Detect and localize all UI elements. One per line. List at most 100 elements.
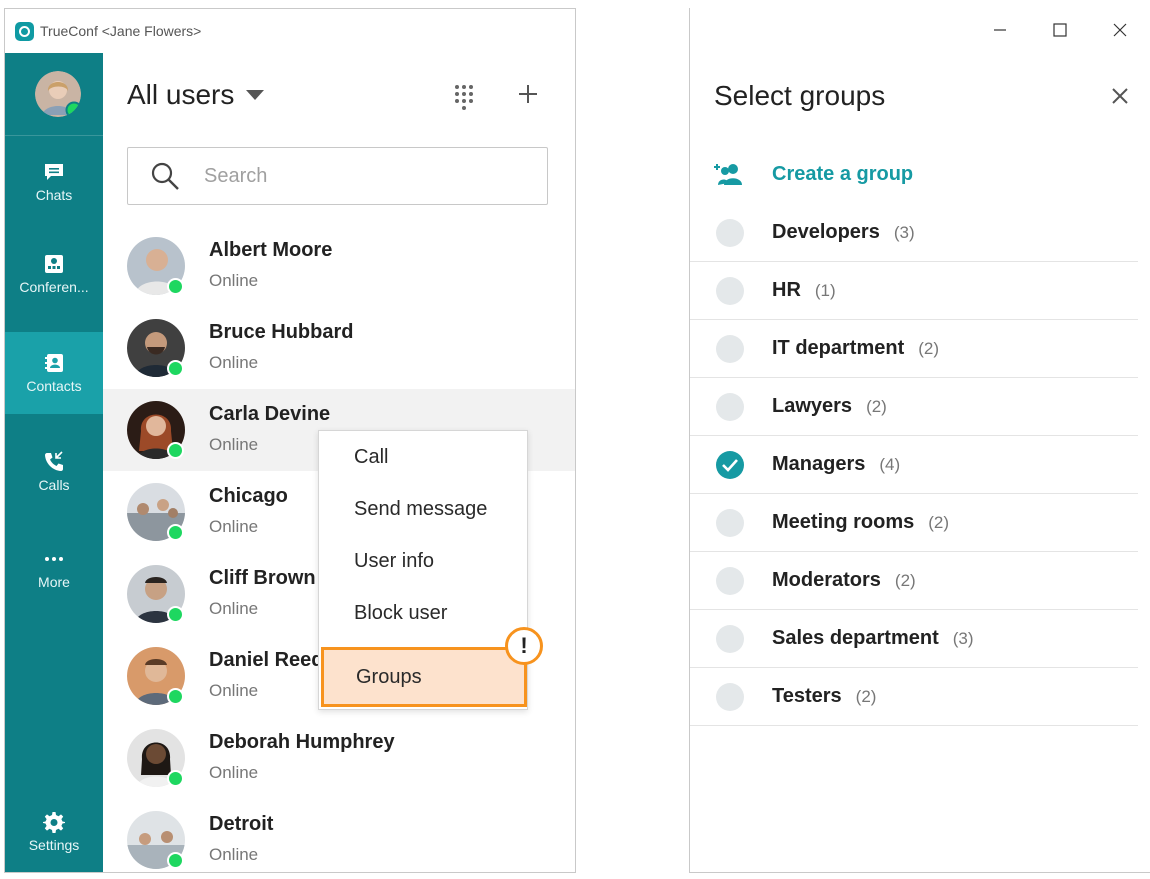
close-icon[interactable] bbox=[1108, 84, 1132, 108]
minimize-icon bbox=[994, 29, 1006, 31]
group-checkbox[interactable] bbox=[716, 625, 744, 653]
group-name: Moderators bbox=[772, 569, 881, 591]
gear-icon bbox=[43, 812, 65, 833]
contact-row[interactable]: Albert Moore Online bbox=[103, 225, 575, 307]
group-checkbox[interactable] bbox=[716, 335, 744, 363]
close-icon bbox=[1113, 23, 1127, 37]
sidebar-item-label: Conferen... bbox=[19, 279, 89, 295]
checkmark-icon bbox=[722, 459, 738, 472]
menu-item-user-info[interactable]: User info bbox=[319, 535, 527, 587]
title-bar: TrueConf <Jane Flowers> bbox=[5, 9, 575, 53]
sidebar-item-conferences[interactable]: Conferen... bbox=[5, 253, 103, 315]
group-item-sales-department[interactable]: Sales department (3) bbox=[690, 610, 1138, 668]
search-box[interactable] bbox=[127, 147, 548, 205]
group-item-managers[interactable]: Managers (4) bbox=[690, 436, 1138, 494]
group-label: Moderators (2) bbox=[772, 569, 916, 592]
callout-badge: ! bbox=[505, 627, 543, 665]
select-groups-window: Select groups Create a group Developers (… bbox=[689, 8, 1150, 873]
sidebar-item-settings[interactable]: Settings bbox=[5, 811, 103, 872]
group-count: (2) bbox=[855, 687, 877, 706]
group-item-moderators[interactable]: Moderators (2) bbox=[690, 552, 1138, 610]
group-name: Developers bbox=[772, 221, 880, 243]
contact-status: Online bbox=[209, 271, 259, 290]
contact-status: Online bbox=[209, 517, 259, 536]
group-item-testers[interactable]: Testers (2) bbox=[690, 668, 1138, 726]
sidebar-item-more[interactable]: More bbox=[5, 548, 103, 610]
window-controls bbox=[970, 8, 1150, 52]
window-title: TrueConf <Jane Flowers> bbox=[40, 23, 202, 39]
caret-down-icon bbox=[246, 90, 265, 100]
contact-name: Carla Devine bbox=[209, 403, 331, 425]
contact-status: Online bbox=[209, 353, 259, 372]
group-item-it-department[interactable]: IT department (2) bbox=[690, 320, 1138, 378]
group-label: Sales department (3) bbox=[772, 627, 974, 650]
contact-status: Online bbox=[209, 435, 259, 454]
group-count: (3) bbox=[952, 629, 974, 648]
window-close-button[interactable] bbox=[1090, 8, 1150, 52]
contact-name: Detroit bbox=[209, 813, 274, 835]
group-checkbox[interactable] bbox=[716, 219, 744, 247]
group-checkbox[interactable] bbox=[716, 393, 744, 421]
online-status-dot bbox=[167, 852, 184, 869]
online-status-dot bbox=[167, 770, 184, 787]
group-checkbox[interactable] bbox=[716, 567, 744, 595]
maximize-button[interactable] bbox=[1030, 8, 1090, 52]
search-input[interactable] bbox=[204, 164, 504, 188]
group-count: (2) bbox=[866, 397, 887, 416]
group-count: (2) bbox=[894, 571, 916, 590]
sidebar: Chats Conferen... Contacts Calls More Se… bbox=[5, 53, 103, 872]
group-label: Developers (3) bbox=[772, 221, 915, 244]
group-label: Meeting rooms (2) bbox=[772, 511, 949, 534]
group-count: (2) bbox=[928, 513, 950, 532]
menu-item-send-message[interactable]: Send message bbox=[319, 483, 527, 535]
contact-row[interactable]: Deborah Humphrey Online bbox=[103, 717, 575, 799]
chat-icon bbox=[45, 164, 63, 180]
group-name: Testers bbox=[772, 685, 842, 707]
calls-icon bbox=[45, 451, 63, 471]
plus-icon bbox=[519, 85, 537, 103]
sidebar-item-chats[interactable]: Chats bbox=[5, 161, 103, 223]
create-group-button[interactable]: Create a group bbox=[690, 148, 1150, 202]
group-name: Managers bbox=[772, 453, 866, 475]
page-title: All users bbox=[127, 79, 235, 110]
dialpad-icon[interactable] bbox=[453, 83, 475, 113]
search-icon bbox=[151, 162, 179, 190]
group-item-developers[interactable]: Developers (3) bbox=[690, 204, 1138, 262]
contact-name: Bruce Hubbard bbox=[209, 321, 354, 343]
add-contact-button[interactable] bbox=[517, 81, 539, 111]
contact-name: Deborah Humphrey bbox=[209, 731, 395, 753]
group-checkbox[interactable] bbox=[716, 277, 744, 305]
group-label: Testers (2) bbox=[772, 685, 876, 708]
group-name: Sales department bbox=[772, 627, 939, 649]
contact-row[interactable]: Bruce Hubbard Online bbox=[103, 307, 575, 389]
user-filter-dropdown[interactable]: All users bbox=[127, 79, 265, 111]
minimize-button[interactable] bbox=[970, 8, 1030, 52]
dialog-title: Select groups bbox=[714, 80, 886, 111]
group-item-hr[interactable]: HR (1) bbox=[690, 262, 1138, 320]
group-item-lawyers[interactable]: Lawyers (2) bbox=[690, 378, 1138, 436]
menu-item-block-user[interactable]: Block user bbox=[319, 587, 527, 639]
menu-item-groups[interactable]: Groups bbox=[321, 647, 527, 707]
group-item-meeting-rooms[interactable]: Meeting rooms (2) bbox=[690, 494, 1138, 552]
contact-status: Online bbox=[209, 681, 259, 700]
online-status-dot bbox=[167, 524, 184, 541]
group-count: (4) bbox=[879, 455, 901, 474]
contact-name: Chicago bbox=[209, 485, 288, 507]
sidebar-item-contacts[interactable]: Contacts bbox=[5, 332, 103, 414]
sidebar-divider bbox=[5, 135, 103, 136]
contacts-icon bbox=[45, 354, 63, 372]
online-status-dot bbox=[167, 278, 184, 295]
group-checkbox[interactable] bbox=[716, 683, 744, 711]
contact-row[interactable]: Detroit Online bbox=[103, 799, 575, 872]
group-label: HR (1) bbox=[772, 279, 836, 302]
sidebar-item-label: More bbox=[38, 574, 70, 590]
sidebar-item-label: Chats bbox=[35, 187, 73, 203]
online-status-dot bbox=[167, 360, 184, 377]
group-checkbox[interactable] bbox=[716, 509, 744, 537]
user-avatar[interactable] bbox=[35, 71, 81, 117]
sidebar-item-calls[interactable]: Calls bbox=[5, 451, 103, 513]
add-group-icon bbox=[714, 164, 742, 185]
group-checkbox-checked[interactable] bbox=[716, 451, 744, 479]
contact-status: Online bbox=[209, 845, 259, 864]
menu-item-call[interactable]: Call bbox=[319, 431, 527, 483]
